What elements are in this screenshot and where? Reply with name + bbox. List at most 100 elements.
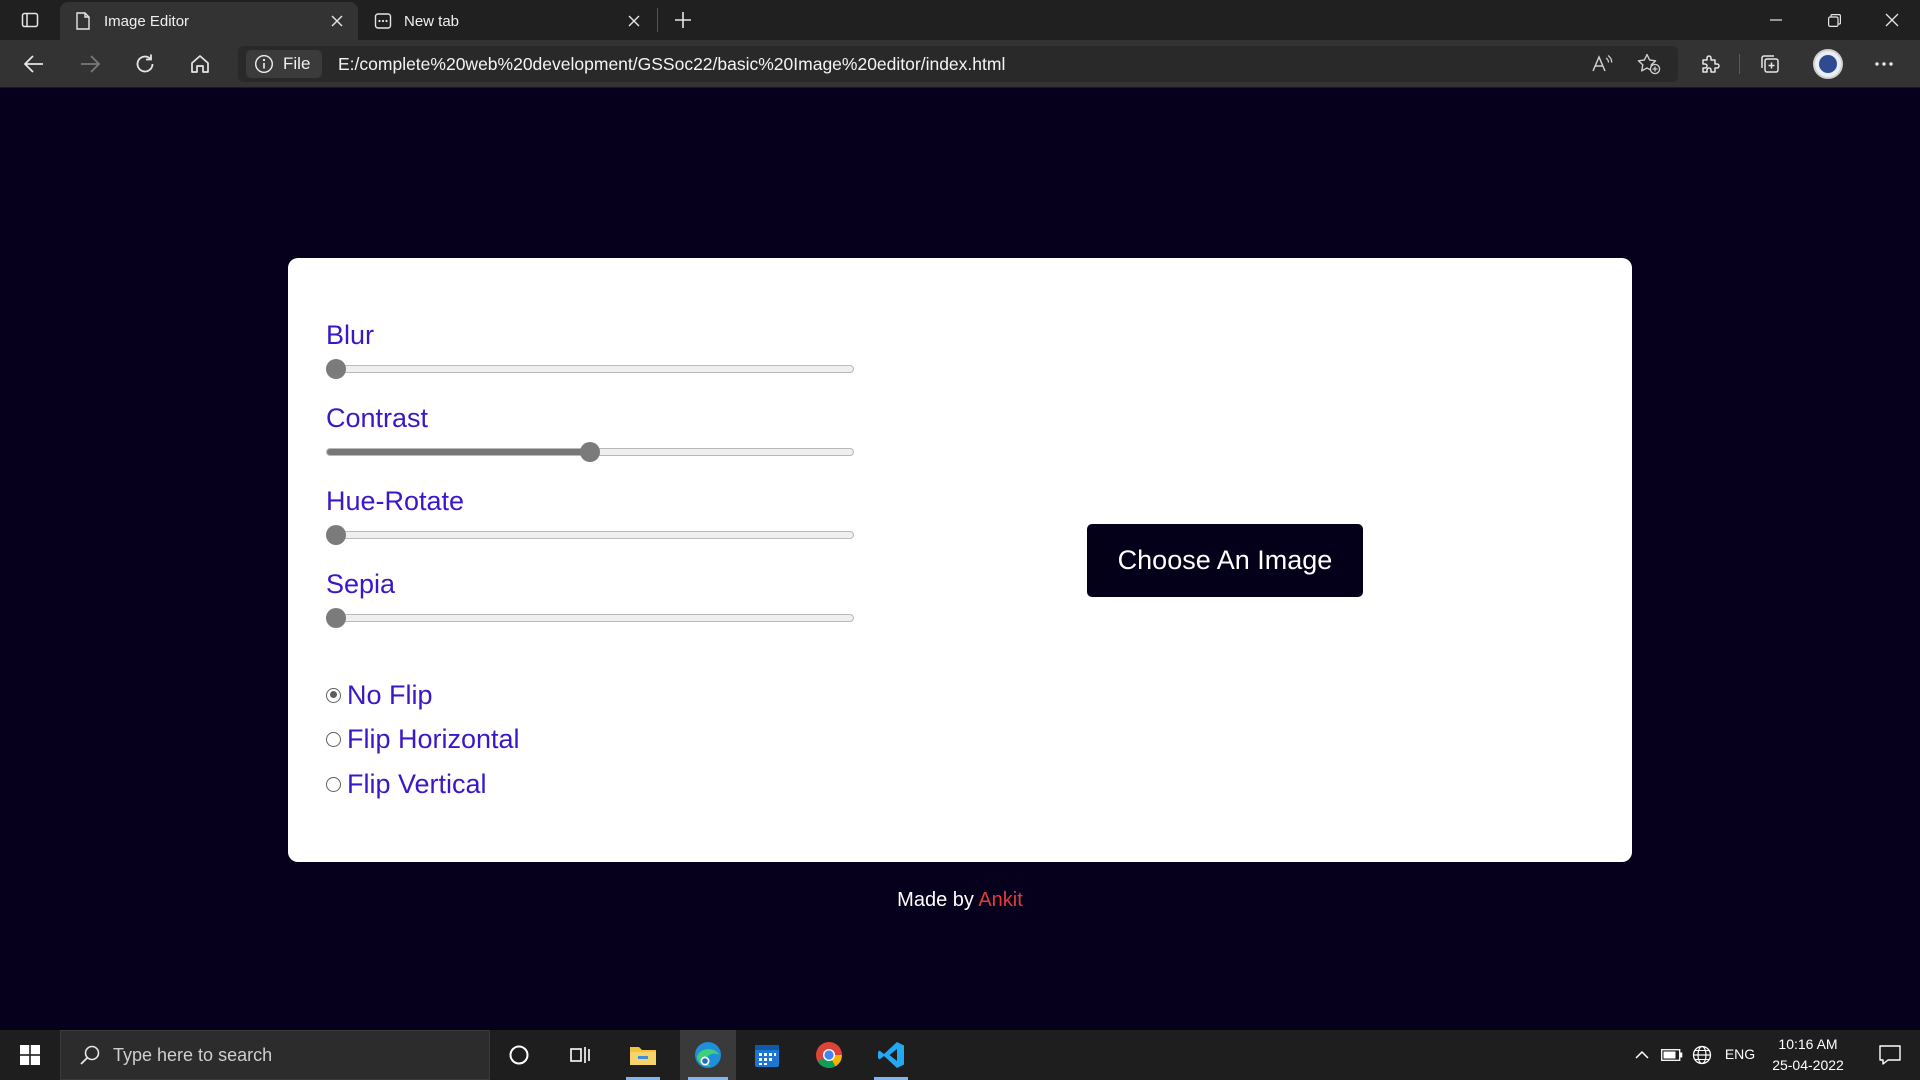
notification-icon — [1879, 1045, 1901, 1065]
close-tab-icon[interactable] — [328, 12, 346, 30]
task-view-button[interactable] — [555, 1030, 605, 1080]
slider-thumb[interactable] — [326, 608, 346, 628]
home-button[interactable] — [182, 48, 218, 80]
url-text[interactable]: E:/complete%20web%20development/GSSoc22/… — [338, 54, 1005, 75]
settings-menu-button[interactable] — [1866, 48, 1902, 80]
contrast-slider[interactable] — [326, 440, 854, 464]
forward-button[interactable] — [72, 48, 108, 80]
radio-button[interactable] — [326, 776, 341, 792]
radio-label: Flip Horizontal — [347, 723, 520, 754]
collections-button[interactable] — [1752, 48, 1788, 80]
windows-logo-icon — [20, 1045, 40, 1065]
site-info-label: File — [283, 54, 311, 73]
add-favorite-button[interactable] — [1632, 50, 1666, 78]
arrow-right-icon — [81, 55, 101, 73]
slider-thumb[interactable] — [326, 525, 346, 545]
blur-label: Blur — [326, 320, 375, 350]
language-indicator[interactable]: ENG — [1722, 1046, 1758, 1062]
puzzle-icon — [1702, 55, 1720, 73]
taskbar-search-box[interactable]: Type here to search — [60, 1030, 490, 1080]
battery-button[interactable] — [1658, 1030, 1686, 1080]
toolbar-separator — [1739, 54, 1740, 74]
slider-track — [326, 614, 854, 622]
refresh-button[interactable] — [127, 48, 163, 80]
taskbar-chrome[interactable] — [804, 1030, 854, 1080]
star-add-icon — [1637, 53, 1661, 75]
cortana-button[interactable] — [494, 1030, 544, 1080]
plus-icon — [675, 12, 691, 28]
browser-toolbar: File E:/complete%20web%20development/GSS… — [0, 40, 1920, 88]
radio-label: No Flip — [347, 679, 433, 710]
start-button[interactable] — [0, 1030, 60, 1080]
new-tab-button[interactable] — [668, 6, 698, 34]
restore-button[interactable] — [1806, 0, 1862, 40]
folder-icon — [630, 1047, 656, 1065]
chevron-up-icon — [1635, 1050, 1649, 1059]
chrome-browser-icon — [816, 1042, 843, 1069]
slider-thumb[interactable] — [580, 442, 600, 462]
footer-author-link[interactable]: Ankit — [978, 889, 1022, 911]
blur-slider[interactable] — [326, 357, 854, 381]
browser-tab-strip: Image Editor New tab — [0, 0, 1920, 40]
search-icon — [77, 1042, 103, 1068]
home-icon — [191, 55, 209, 73]
show-hidden-icons-button[interactable] — [1630, 1030, 1654, 1080]
notifications-button[interactable] — [1866, 1030, 1914, 1080]
taskbar-vscode[interactable] — [866, 1030, 916, 1080]
tab-new-tab[interactable]: New tab — [360, 2, 655, 40]
flip-option-no-flip[interactable]: No Flip — [326, 679, 433, 711]
tab-title: New tab — [404, 12, 460, 30]
taskbar-file-explorer[interactable] — [618, 1030, 668, 1080]
flip-option-horizontal[interactable]: Flip Horizontal — [326, 723, 520, 755]
taskbar-edge[interactable] — [680, 1030, 736, 1080]
tab-separator — [657, 8, 658, 32]
minimize-button[interactable] — [1748, 0, 1804, 40]
more-horizontal-icon — [1875, 62, 1893, 66]
footer-credit: Made by Ankit — [0, 889, 1920, 912]
info-icon — [254, 54, 274, 74]
radio-button[interactable] — [326, 731, 341, 747]
flip-option-vertical[interactable]: Flip Vertical — [326, 768, 487, 800]
tab-title: Image Editor — [104, 12, 190, 30]
network-button[interactable] — [1688, 1030, 1716, 1080]
sepia-slider[interactable] — [326, 606, 854, 630]
battery-icon — [1661, 1049, 1683, 1061]
clock-time[interactable]: 10:16 AM — [1766, 1036, 1850, 1052]
new-tab-page-icon — [374, 12, 392, 30]
collections-icon — [1761, 55, 1779, 73]
slider-track — [326, 365, 854, 373]
footer-prefix: Made by — [897, 889, 974, 911]
globe-network-icon — [1692, 1045, 1712, 1065]
contrast-label: Contrast — [326, 403, 429, 433]
address-bar[interactable]: File E:/complete%20web%20development/GSS… — [238, 46, 1678, 82]
task-view-icon — [570, 1047, 590, 1063]
radio-button[interactable] — [326, 687, 341, 703]
page-icon — [74, 12, 92, 30]
read-aloud-icon — [1592, 54, 1613, 72]
tab-image-editor[interactable]: Image Editor — [60, 2, 358, 40]
profile-avatar[interactable] — [1813, 49, 1843, 79]
tab-actions-icon — [21, 12, 39, 28]
calendar-icon — [755, 1045, 779, 1067]
editor-card: Blur Contrast Hue-Rotate Sepia No Flip F… — [288, 258, 1632, 862]
avatar-image — [1819, 55, 1837, 73]
choose-image-button[interactable]: Choose An Image — [1087, 524, 1363, 597]
minimize-icon — [1770, 19, 1782, 21]
clock-date[interactable]: 25-04-2022 — [1766, 1057, 1850, 1073]
slider-thumb[interactable] — [326, 359, 346, 379]
tab-actions-button[interactable] — [12, 6, 48, 34]
slider-track — [326, 531, 854, 539]
back-button[interactable] — [16, 48, 52, 80]
site-info-button[interactable]: File — [246, 50, 323, 78]
close-window-button[interactable] — [1864, 0, 1920, 40]
cortana-circle-icon — [509, 1045, 529, 1065]
refresh-icon — [136, 54, 154, 73]
vscode-icon — [878, 1042, 904, 1068]
read-aloud-button[interactable] — [1585, 50, 1619, 78]
taskbar-calendar[interactable] — [742, 1030, 792, 1080]
close-tab-icon[interactable] — [625, 12, 643, 30]
edge-browser-icon — [695, 1042, 721, 1068]
hue-rotate-slider[interactable] — [326, 523, 854, 547]
extensions-button[interactable] — [1692, 48, 1728, 80]
arrow-left-icon — [23, 55, 43, 73]
